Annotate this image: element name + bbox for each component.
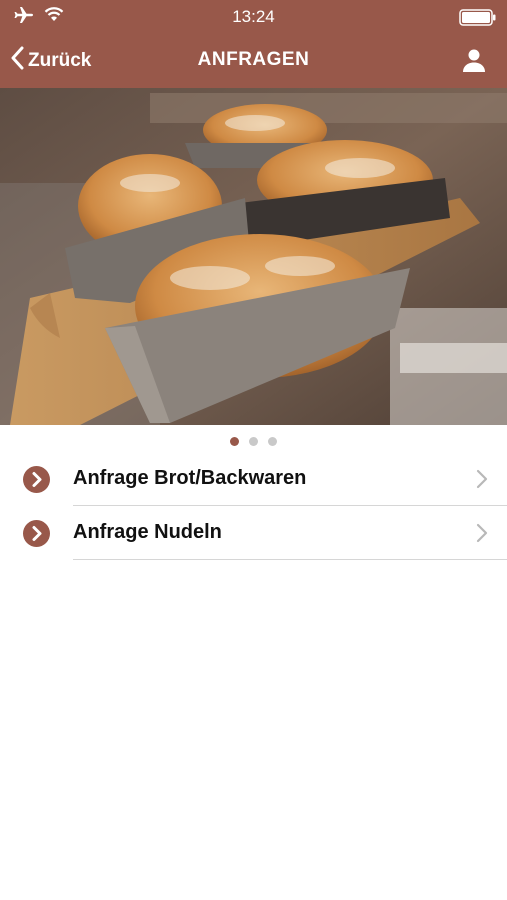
list-item-anfrage-brot[interactable]: Anfrage Brot/Backwaren <box>0 452 507 506</box>
circle-chevron-right-icon <box>23 520 50 547</box>
list-item-anfrage-nudeln[interactable]: Anfrage Nudeln <box>0 506 507 560</box>
navigation-bar: Zurück ANFRAGEN <box>0 34 507 88</box>
battery-icon <box>459 9 497 31</box>
chevron-right-icon <box>476 523 488 548</box>
page-dot-3[interactable] <box>268 437 277 446</box>
hero-image-bread[interactable] <box>0 88 507 425</box>
list-item-label: Anfrage Brot/Backwaren <box>73 467 307 489</box>
page-dot-1[interactable] <box>230 437 239 446</box>
list-item-label: Anfrage Nudeln <box>73 521 222 543</box>
status-time: 13:24 <box>232 7 275 26</box>
chevron-right-icon <box>476 469 488 494</box>
profile-icon[interactable] <box>461 47 487 73</box>
request-list: Anfrage Brot/Backwaren Anfrage Nudeln <box>0 452 507 560</box>
list-separator <box>73 559 507 560</box>
page-indicator <box>0 437 507 449</box>
page-dot-2[interactable] <box>249 437 258 446</box>
header: 13:24 Zurück ANFRAGEN <box>0 0 507 88</box>
page-title: ANFRAGEN <box>197 49 310 70</box>
status-bar: 13:24 <box>0 0 507 34</box>
circle-chevron-right-icon <box>23 466 50 493</box>
